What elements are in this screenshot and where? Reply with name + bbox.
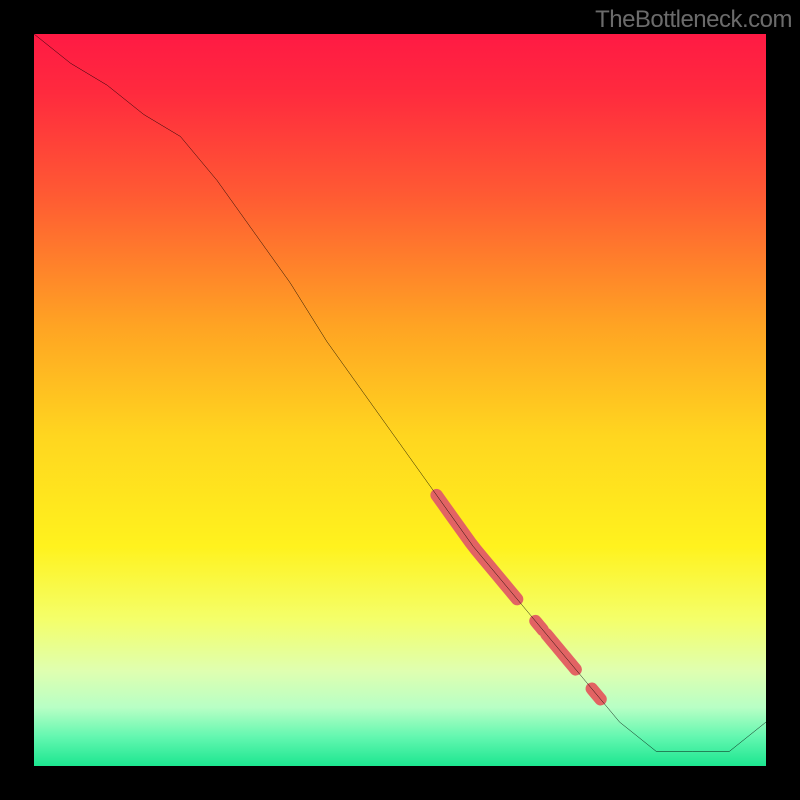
watermark-text: TheBottleneck.com <box>595 6 792 34</box>
gradient-background <box>34 34 766 766</box>
plot-area <box>34 34 766 766</box>
chart-frame: { "watermark": "TheBottleneck.com", "cha… <box>0 0 800 800</box>
